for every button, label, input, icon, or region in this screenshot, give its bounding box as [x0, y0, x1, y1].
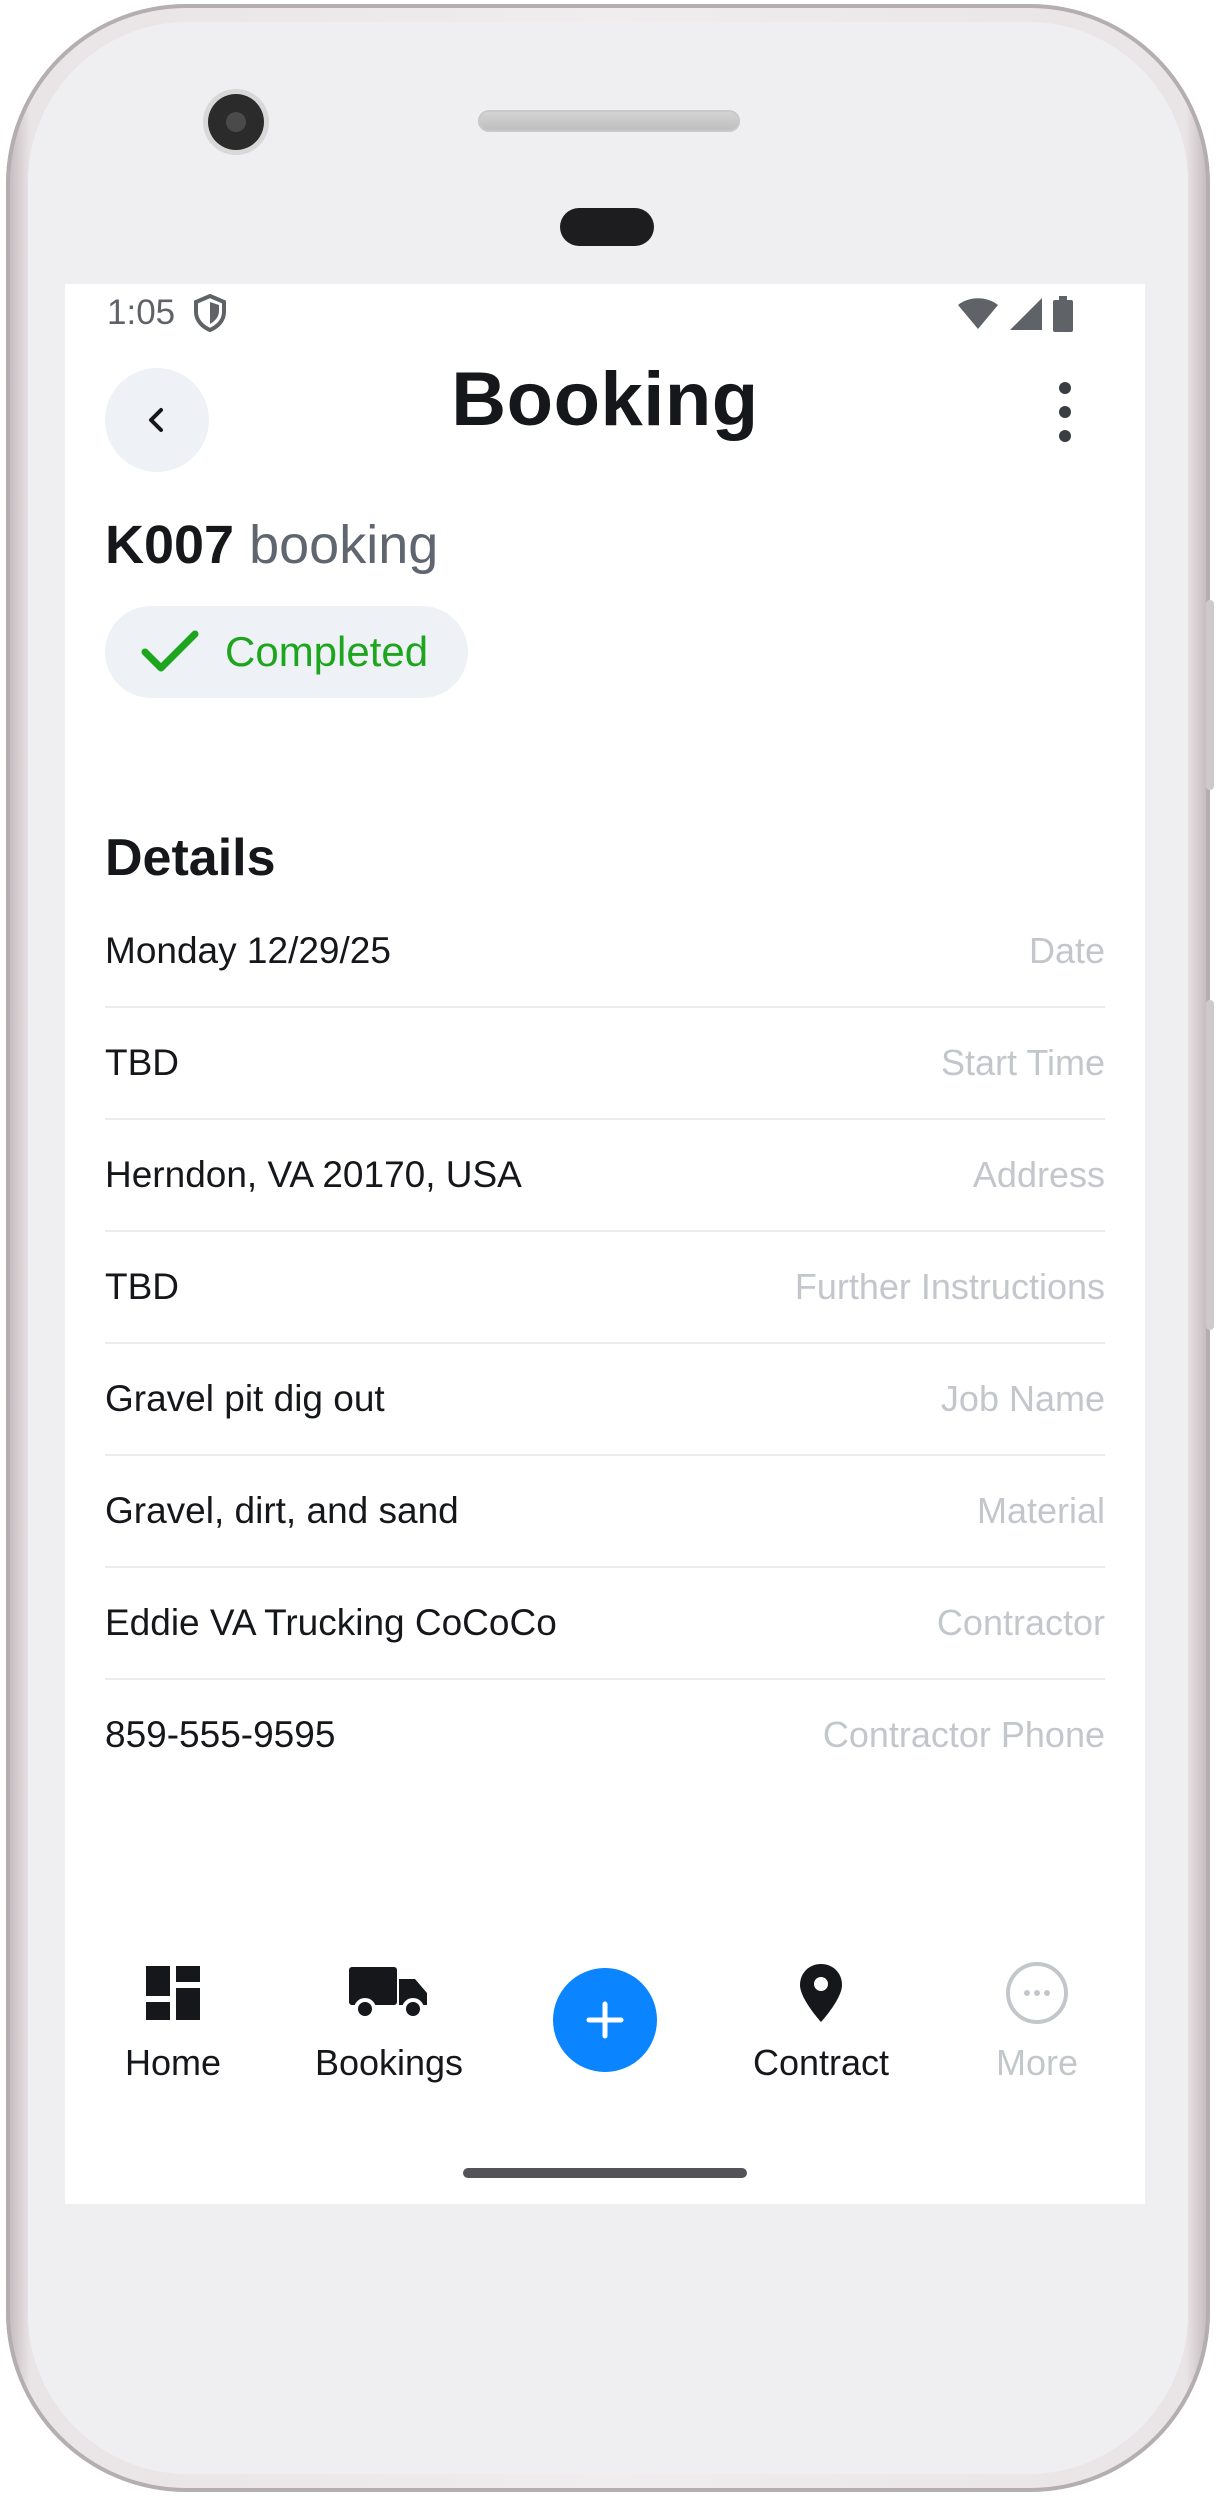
battery-icon — [1053, 296, 1073, 332]
detail-row-contractor-phone: 859-555-9595 Contractor Phone — [105, 1680, 1105, 1790]
detail-label: Material — [976, 1490, 1105, 1531]
power-button — [1206, 1000, 1214, 1330]
detail-label: Contractor Phone — [822, 1714, 1105, 1755]
location-pin-icon — [800, 1964, 842, 2022]
add-button[interactable] — [553, 1968, 657, 2072]
nav-contract[interactable]: Contract — [721, 1948, 921, 2084]
detail-row-address: Herndon, VA 20170, USA Address — [105, 1120, 1105, 1232]
status-badge: Completed — [105, 606, 469, 698]
detail-label: Further Instructions — [794, 1266, 1105, 1307]
detail-value: 859-555-9595 — [105, 1714, 336, 1755]
details-title: Details — [105, 829, 276, 887]
dot — [1059, 430, 1071, 442]
more-icon — [1006, 1962, 1068, 2024]
nav-bookings-label: Bookings — [314, 2042, 464, 2083]
overflow-menu-button[interactable] — [1053, 382, 1077, 442]
cell-signal-icon — [1010, 298, 1042, 330]
status-label: Completed — [225, 628, 429, 675]
plus-icon — [586, 2001, 624, 2039]
proximity-sensor — [560, 208, 654, 246]
detail-value: TBD — [105, 1042, 179, 1083]
booking-heading: K007 booking — [105, 514, 438, 576]
wifi-icon — [958, 298, 998, 329]
status-time: 1:05 — [107, 293, 176, 332]
detail-value: TBD — [105, 1266, 179, 1307]
front-camera — [208, 94, 264, 150]
dot — [1059, 406, 1071, 418]
detail-value: Gravel pit dig out — [105, 1378, 385, 1419]
shield-icon — [194, 294, 226, 332]
app-bar: Booking — [65, 344, 1145, 484]
detail-label: Date — [1028, 930, 1105, 971]
detail-value: Herndon, VA 20170, USA — [105, 1154, 522, 1195]
detail-value: Eddie VA Trucking CoCoCo — [105, 1602, 557, 1643]
status-indicators — [957, 296, 1073, 332]
detail-label: Job Name — [940, 1378, 1105, 1419]
nav-home[interactable]: Home — [73, 1948, 273, 2084]
detail-row-instructions: TBD Further Instructions — [105, 1232, 1105, 1344]
booking-code: K007 — [105, 515, 235, 575]
detail-value: Gravel, dirt, and sand — [105, 1490, 459, 1531]
nav-contract-label: Contract — [752, 2042, 890, 2083]
truck-icon — [349, 1967, 427, 2020]
nav-bookings[interactable]: Bookings — [289, 1948, 489, 2084]
detail-row-contractor: Eddie VA Trucking CoCoCo Contractor — [105, 1568, 1105, 1680]
volume-button — [1206, 600, 1214, 790]
page-title: Booking — [451, 357, 759, 442]
booking-word: booking — [249, 515, 439, 575]
nav-more[interactable]: More — [937, 1948, 1137, 2084]
detail-row-start-time: TBD Start Time — [105, 1008, 1105, 1120]
nav-more-label: More — [995, 2042, 1079, 2083]
status-bar: 1:05 — [65, 284, 1145, 344]
dashboard-icon — [146, 1966, 200, 2020]
app-screen: 1:05 Booking K007 booking Completed Deta… — [65, 284, 1145, 2204]
dot — [1059, 382, 1071, 394]
earpiece-speaker — [478, 110, 740, 132]
detail-label: Contractor — [936, 1602, 1105, 1643]
detail-label: Address — [972, 1154, 1105, 1195]
checkmark-icon — [141, 630, 199, 672]
detail-row-job-name: Gravel pit dig out Job Name — [105, 1344, 1105, 1456]
detail-row-material: Gravel, dirt, and sand Material — [105, 1456, 1105, 1568]
nav-home-label: Home — [124, 2042, 222, 2083]
detail-label: Start Time — [940, 1042, 1105, 1083]
detail-value: Monday 12/29/25 — [105, 930, 391, 971]
details-list: Monday 12/29/25 Date TBD Start Time Hern… — [105, 910, 1105, 1804]
detail-row-date: Monday 12/29/25 Date — [105, 896, 1105, 1008]
gesture-bar[interactable] — [463, 2168, 747, 2178]
